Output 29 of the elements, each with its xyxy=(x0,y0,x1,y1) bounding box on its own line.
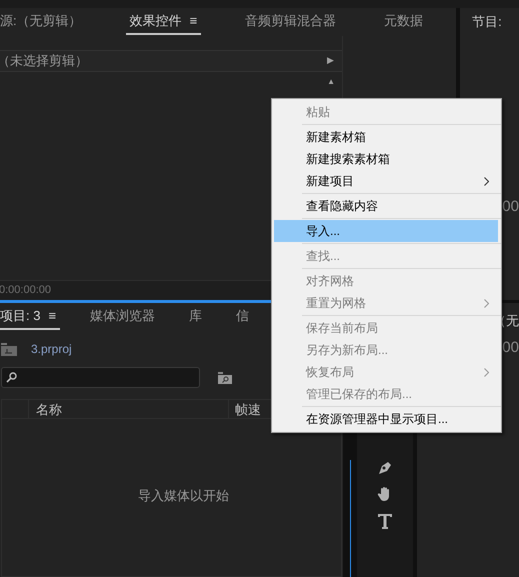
project-file-name: 3.prproj xyxy=(31,341,72,358)
clip-header-text: （未选择剪辑） xyxy=(0,52,88,70)
panel-menu-icon[interactable]: ≡ xyxy=(190,11,198,31)
type-tool-icon[interactable] xyxy=(377,512,393,530)
empty-message: 导入媒体以开始 xyxy=(138,487,229,505)
panel-menu-icon[interactable]: ≡ xyxy=(48,306,56,326)
menu-item[interactable]: 导入... xyxy=(274,220,498,242)
panel-tab[interactable]: 项目: 3 ≡ xyxy=(0,304,60,330)
find-bin-icon[interactable] xyxy=(218,372,232,384)
program-title[interactable]: 节目: xyxy=(460,8,519,36)
menu-item[interactable]: 新建项目 xyxy=(274,170,501,192)
folder-up-icon[interactable] xyxy=(1,342,17,356)
panel-tab[interactable]: 效果控件 ≡ xyxy=(126,9,202,35)
panel-tab[interactable]: 媒体浏览器 xyxy=(86,304,160,330)
panel-tab[interactable]: 源:（无剪辑） xyxy=(0,9,86,35)
menu-item[interactable]: 在资源管理器中显示项目... xyxy=(274,408,501,430)
menu-item[interactable]: 新建素材箱 xyxy=(274,126,501,148)
panel-tab[interactable]: 元数据 xyxy=(380,9,428,35)
menu-item[interactable]: 查看隐藏内容 xyxy=(274,195,501,217)
play-button[interactable]: ▶ xyxy=(327,54,334,68)
collapse-button[interactable]: ▲ xyxy=(327,76,335,88)
menu-item[interactable]: 新建搜索素材箱 xyxy=(274,148,501,170)
search-field[interactable] xyxy=(1,367,200,388)
column-header[interactable]: 名称 xyxy=(29,400,229,418)
panel-tab[interactable]: 音频剪辑混合器 xyxy=(241,9,340,35)
panel-tab[interactable]: 信 xyxy=(232,304,254,330)
column-header[interactable]: 帧速 xyxy=(229,400,261,418)
search-icon xyxy=(6,372,17,383)
panel-tab[interactable]: 库 xyxy=(185,304,206,330)
